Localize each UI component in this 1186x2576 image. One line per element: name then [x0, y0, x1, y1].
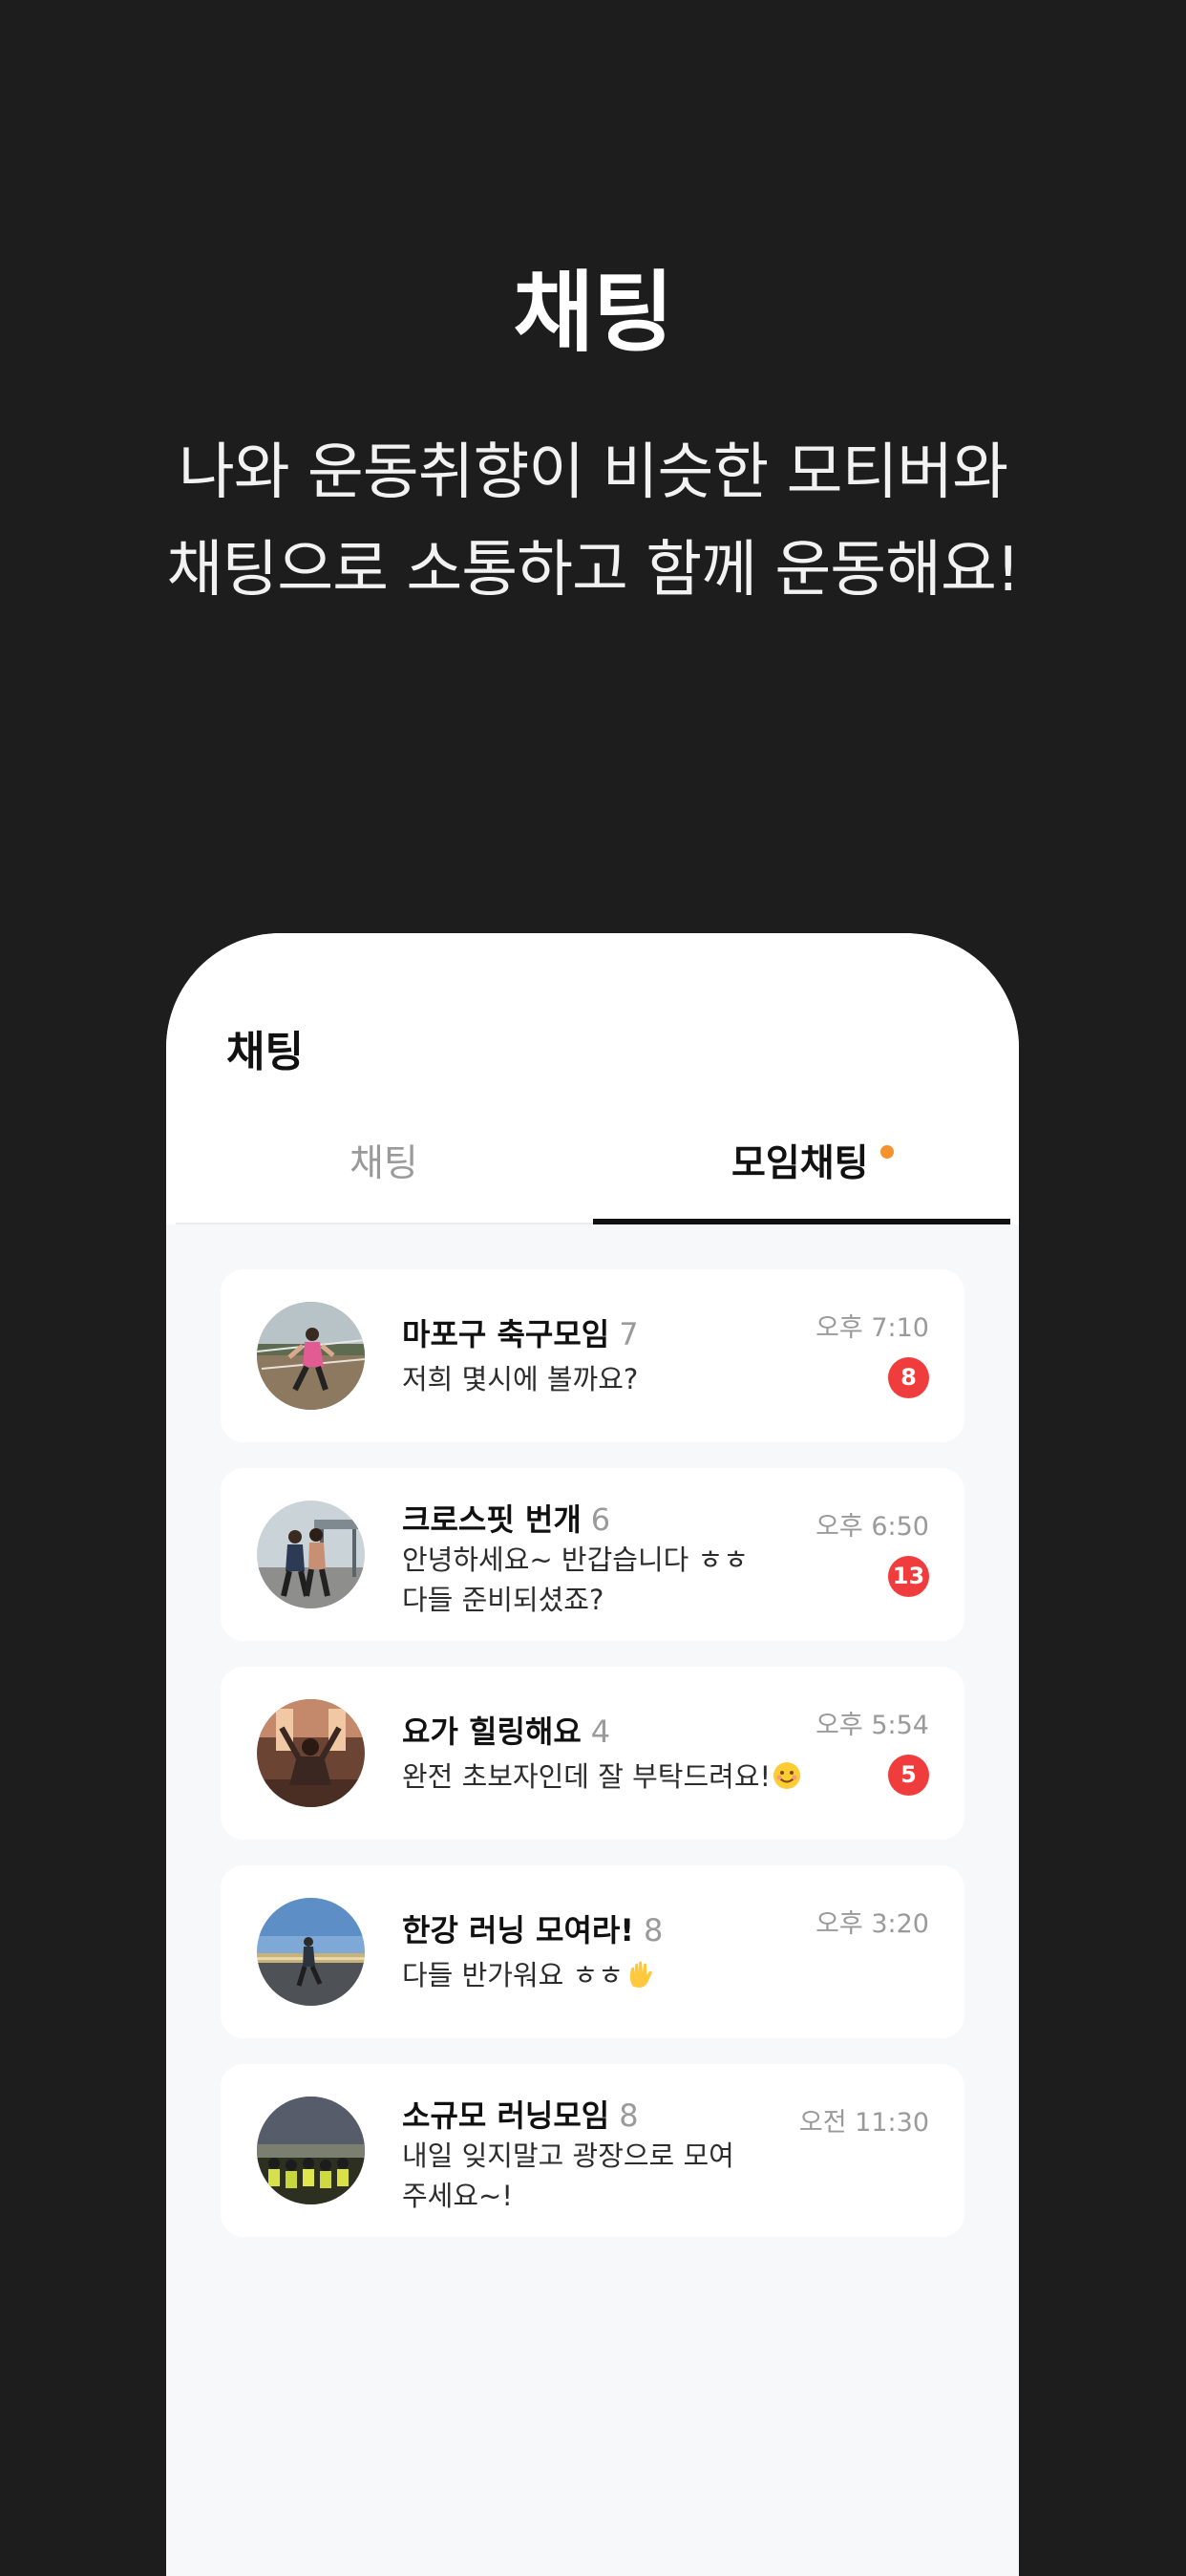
last-message: 안녕하세요~ 반갑습니다 ㅎㅎ 다들 준비되셨죠? [402, 1543, 749, 1616]
active-tab-underline [593, 1219, 1010, 1224]
room-name: 크로스핏 번개 6 [402, 1501, 611, 1538]
waving-hand-emoji [625, 1959, 654, 1999]
last-message: 저희 몇시에 볼까요? [402, 1363, 639, 1395]
message-time: 오후 6:50 [815, 1512, 929, 1542]
hero-title: 채팅 [513, 262, 673, 364]
avatar [257, 2097, 365, 2204]
hero-subtitle-line1: 나와 운동취향이 비슷한 모티버와 [178, 437, 1008, 508]
tab-group-chat[interactable]: 모임채팅 [731, 1145, 869, 1182]
unread-badge: 13 [888, 1556, 929, 1597]
chat-room-item[interactable]: 소규모 러닝모임 8 내일 잊지말고 광장으로 모여 주세요~! 오전 11:30 [221, 2064, 964, 2237]
member-count: 6 [590, 1501, 611, 1538]
avatar [257, 1302, 365, 1410]
last-message: 다들 반가워요 ㅎㅎ [402, 1955, 784, 1999]
member-count: 4 [590, 1714, 611, 1750]
chat-room-item[interactable]: 한강 러닝 모여라! 8 다들 반가워요 ㅎㅎ 오후 3:20 [221, 1865, 964, 2038]
message-time: 오후 5:54 [815, 1711, 929, 1740]
room-name: 마포구 축구모임 7 [402, 1316, 639, 1352]
last-message: 완전 초보자인데 잘 부탁드려요! [402, 1756, 832, 1800]
message-time: 오후 7:10 [815, 1313, 929, 1343]
member-count: 8 [643, 1912, 664, 1948]
unread-badge: 8 [888, 1357, 929, 1398]
chat-room-item[interactable]: 크로스핏 번개 6 안녕하세요~ 반갑습니다 ㅎㅎ 다들 준비되셨죠? 오후 6:… [221, 1468, 964, 1641]
avatar [257, 1501, 365, 1608]
message-time: 오후 3:20 [815, 1909, 929, 1939]
room-name: 한강 러닝 모여라! 8 [402, 1912, 664, 1948]
chat-room-item[interactable]: 마포구 축구모임 7 저희 몇시에 볼까요? 오후 7:10 8 [221, 1269, 964, 1442]
avatar [257, 1699, 365, 1807]
message-time: 오전 11:30 [798, 2108, 929, 2138]
chat-room-item[interactable]: 요가 힐링해요 4 완전 초보자인데 잘 부탁드려요! 오후 5:54 5 [221, 1667, 964, 1840]
avatar [257, 1898, 365, 2006]
room-name: 소규모 러닝모임 8 [402, 2097, 639, 2134]
room-name: 요가 힐링해요 4 [402, 1714, 611, 1750]
new-indicator-dot [880, 1145, 894, 1159]
tab-chat[interactable]: 채팅 [349, 1145, 418, 1182]
unread-badge: 5 [888, 1755, 929, 1796]
member-count: 7 [619, 1316, 639, 1352]
member-count: 8 [619, 2097, 639, 2134]
last-message: 내일 잊지말고 광장으로 모여 주세요~! [402, 2140, 734, 2212]
screen-title: 채팅 [226, 1028, 304, 1076]
hero-subtitle-line2: 채팅으로 소통하고 함께 운동해요! [166, 535, 1020, 606]
app-header: 채팅 채팅 모임채팅 [166, 933, 1019, 1224]
smiling-face-emoji [773, 1760, 801, 1800]
phone-screen: 채팅 채팅 모임채팅 마포구 축구모임 7 저희 몇시에 볼까요? 오후 7:10 [166, 933, 1019, 2576]
